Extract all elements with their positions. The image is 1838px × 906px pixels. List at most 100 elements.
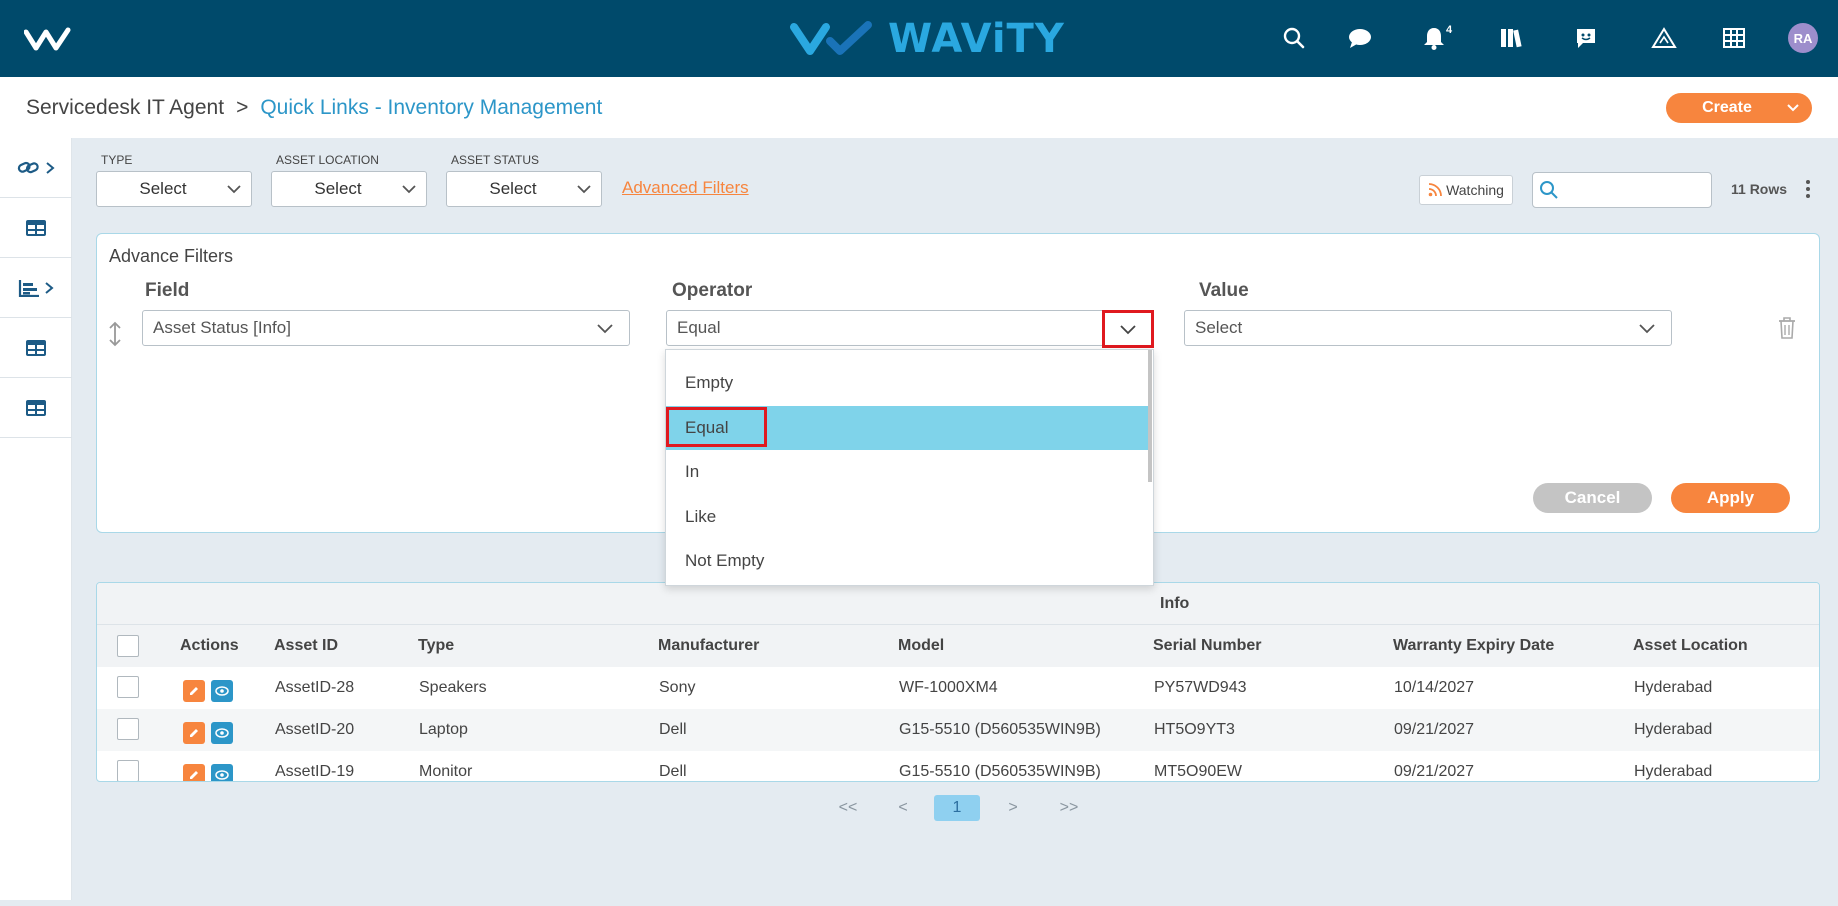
cell-serial-number: HT5O9YT3 [1154, 721, 1235, 738]
create-button-label: Create [1702, 99, 1752, 116]
dropdown-scrollbar[interactable] [1148, 350, 1152, 482]
bell-icon[interactable] [1420, 24, 1448, 52]
asset-status-filter-select[interactable]: Select [446, 171, 602, 207]
cell-type: Laptop [419, 721, 468, 738]
column-header-serial-number[interactable]: Serial Number [1153, 637, 1261, 655]
search-icon[interactable] [1280, 24, 1308, 52]
operator-select[interactable]: Equal [666, 310, 1154, 346]
chevron-down-icon [1120, 324, 1136, 334]
sidebar-item-table[interactable] [0, 198, 72, 258]
sidebar-item-links[interactable] [0, 138, 72, 198]
row-checkbox[interactable] [117, 718, 139, 740]
cell-warranty-expiry-date: 09/21/2027 [1394, 721, 1475, 738]
view-icon[interactable] [211, 722, 233, 744]
asset-location-filter-label: ASSET LOCATION [276, 153, 379, 167]
table-group-header: Info [97, 583, 1819, 625]
search-input[interactable] [1563, 179, 1703, 201]
pagination-last[interactable]: >> [1057, 795, 1081, 821]
chevron-down-icon [597, 324, 613, 334]
view-icon[interactable] [211, 764, 233, 781]
sidebar-item-table-2[interactable] [0, 318, 72, 378]
select-all-checkbox[interactable] [117, 635, 139, 657]
operator-select-value: Equal [677, 318, 721, 337]
operator-dropdown-list: Empty Equal In Like Not Empty [665, 349, 1154, 586]
cell-warranty-expiry-date: 10/14/2027 [1394, 679, 1475, 696]
pagination-next[interactable]: > [1004, 795, 1022, 821]
chevron-down-icon [577, 185, 591, 194]
row-checkbox[interactable] [117, 676, 139, 698]
notification-count-badge: 4 [1446, 24, 1453, 36]
more-options-icon[interactable] [1802, 178, 1814, 200]
user-avatar[interactable]: RA [1788, 23, 1818, 53]
library-icon[interactable] [1498, 24, 1526, 52]
apply-button[interactable]: Apply [1671, 483, 1790, 513]
value-select[interactable]: Select [1184, 310, 1672, 346]
bar-chart-icon [18, 279, 39, 297]
column-header-asset-id[interactable]: Asset ID [274, 637, 338, 655]
view-icon[interactable] [211, 680, 233, 702]
sidebar-item-reports[interactable] [0, 258, 72, 318]
row-checkbox[interactable] [117, 760, 139, 781]
value-column-header: Value [1199, 280, 1249, 301]
pagination-current-page[interactable]: 1 [934, 795, 980, 821]
table-icon [26, 339, 46, 356]
cancel-button[interactable]: Cancel [1533, 483, 1652, 513]
field-select[interactable]: Asset Status [Info] [142, 310, 630, 346]
top-navigation-bar: WAViTY 4 RA [0, 0, 1838, 77]
edit-icon[interactable] [183, 680, 205, 702]
asset-location-filter-select[interactable]: Select [271, 171, 427, 207]
rss-icon [1428, 183, 1442, 197]
operator-option-equal[interactable]: Equal [666, 406, 1152, 450]
drag-handle-icon[interactable] [106, 320, 124, 348]
table-search-box[interactable] [1532, 172, 1712, 208]
table-row[interactable]: AssetID-19 Monitor Dell G15-5510 (D56053… [97, 751, 1819, 781]
field-column-header: Field [145, 280, 190, 301]
table-row[interactable]: AssetID-20 Laptop Dell G15-5510 (D560535… [97, 709, 1819, 751]
column-header-model[interactable]: Model [898, 637, 944, 655]
value-select-value: Select [1195, 318, 1243, 337]
cell-asset-id: AssetID-20 [275, 721, 355, 738]
breadcrumb-root[interactable]: Servicedesk IT Agent [26, 96, 224, 120]
operator-option-empty[interactable]: Empty [666, 361, 1152, 405]
table-icon [26, 219, 46, 236]
create-button[interactable]: Create [1666, 93, 1812, 123]
chat-icon[interactable] [1346, 24, 1374, 52]
column-header-warranty-expiry-date[interactable]: Warranty Expiry Date [1393, 637, 1554, 655]
cell-asset-location: Hyderabad [1634, 763, 1713, 780]
cell-asset-location: Hyderabad [1634, 679, 1713, 696]
grid-icon[interactable] [1720, 24, 1748, 52]
table-row[interactable]: AssetID-28 Speakers Sony WF-1000XM4 PY57… [97, 667, 1819, 709]
column-header-manufacturer[interactable]: Manufacturer [658, 637, 759, 655]
sidebar-item-table-3[interactable] [0, 378, 72, 438]
pagination-prev[interactable]: < [894, 795, 912, 821]
feedback-icon[interactable] [1572, 24, 1600, 52]
alert-icon[interactable] [1650, 24, 1678, 52]
column-header-asset-location[interactable]: Asset Location [1633, 637, 1748, 655]
operator-option-in[interactable]: In [666, 450, 1152, 494]
assets-table: Info Actions Asset ID Type Manufacturer … [96, 582, 1820, 782]
asset-status-filter-value: Select [489, 179, 537, 198]
operator-option-not-empty[interactable]: Not Empty [666, 539, 1152, 583]
app-logo-icon[interactable] [24, 24, 78, 54]
pagination-first[interactable]: << [836, 795, 860, 821]
operator-option-like[interactable]: Like [666, 495, 1152, 539]
watching-button[interactable]: Watching [1419, 175, 1513, 205]
cell-manufacturer: Dell [659, 721, 687, 738]
chevron-down-icon[interactable] [1786, 101, 1800, 115]
operator-dropdown-toggle[interactable] [1102, 310, 1154, 348]
edit-icon[interactable] [183, 764, 205, 781]
left-sidebar [0, 138, 72, 900]
type-filter-value: Select [139, 179, 187, 198]
advanced-filters-link[interactable]: Advanced Filters [622, 178, 749, 198]
chevron-right-icon [45, 281, 54, 294]
chevron-down-icon [1639, 324, 1655, 334]
cell-serial-number: PY57WD943 [1154, 679, 1247, 696]
column-header-type[interactable]: Type [418, 637, 454, 655]
type-filter-select[interactable]: Select [96, 171, 252, 207]
trash-icon[interactable] [1776, 316, 1798, 340]
edit-icon[interactable] [183, 722, 205, 744]
breadcrumb-current[interactable]: Quick Links - Inventory Management [260, 96, 602, 120]
cell-asset-id: AssetID-19 [275, 763, 355, 780]
cell-serial-number: MT5O90EW [1154, 763, 1243, 780]
column-header-actions: Actions [180, 637, 239, 654]
